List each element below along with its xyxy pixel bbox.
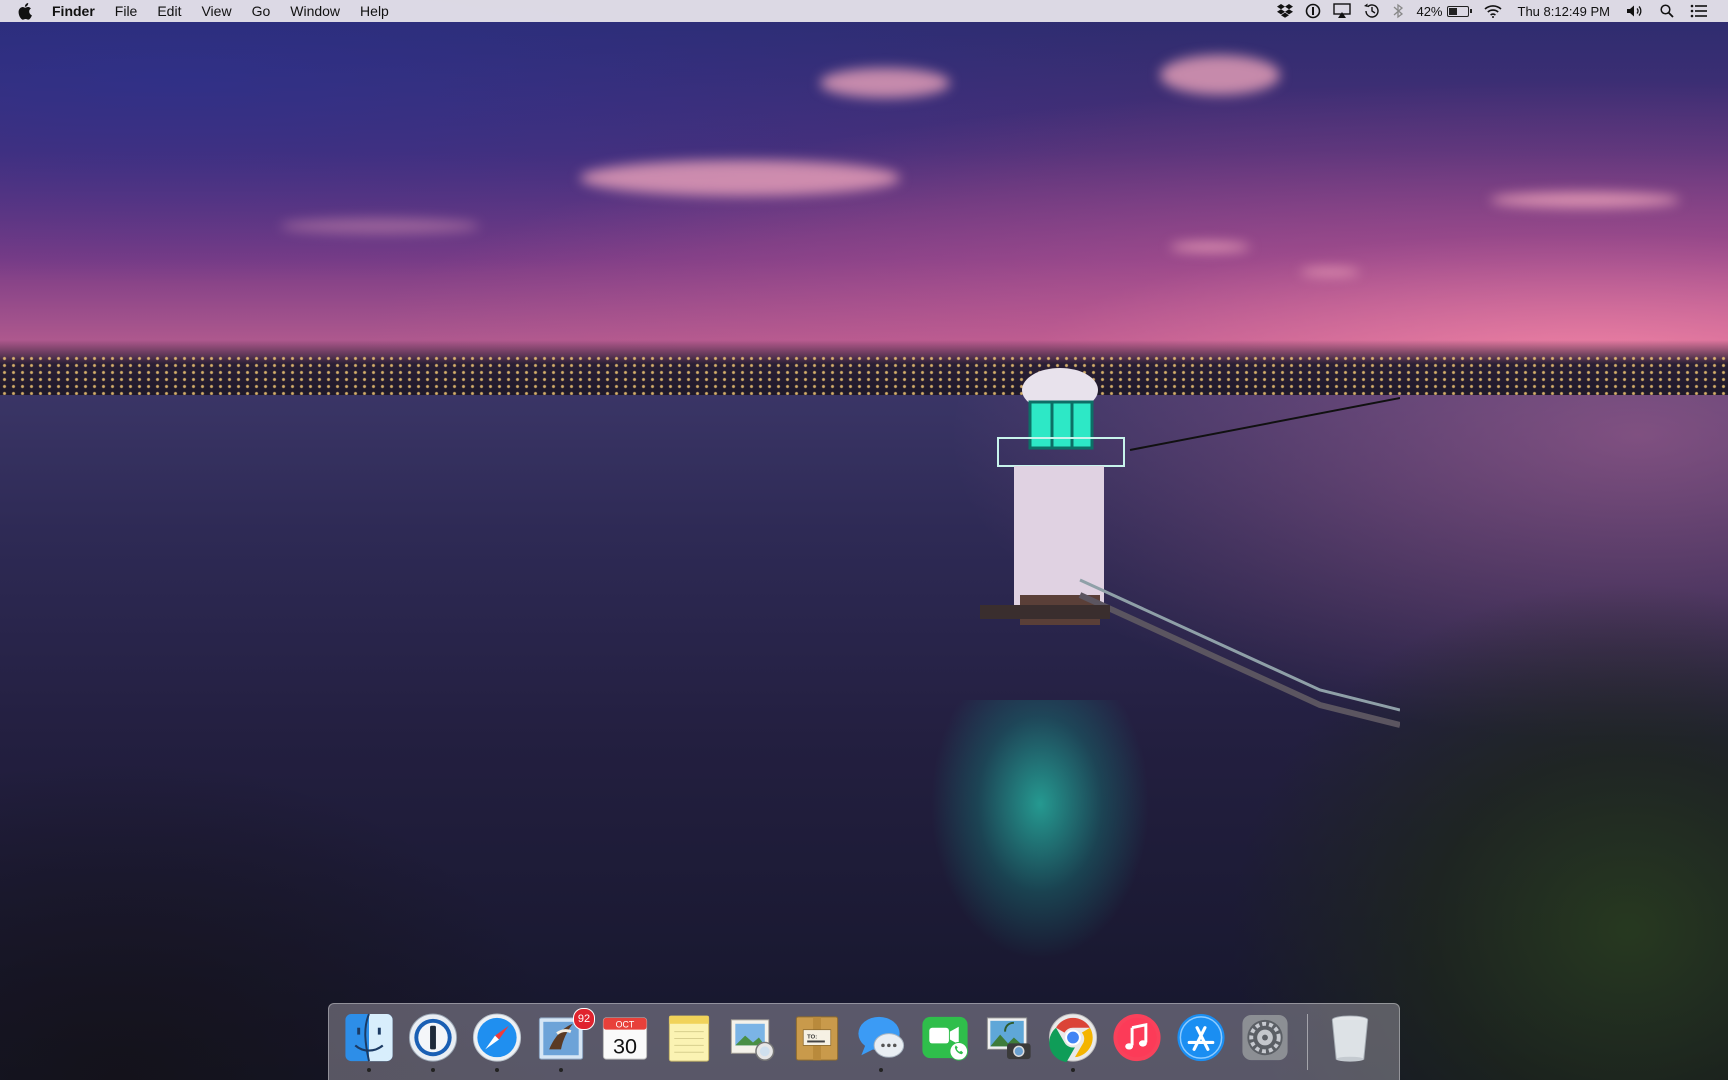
running-indicator bbox=[559, 1068, 563, 1072]
dock-item-system-preferences[interactable] bbox=[1237, 1012, 1293, 1072]
dock-item-finder[interactable] bbox=[341, 1012, 397, 1072]
dock-item-itunes[interactable] bbox=[1109, 1012, 1165, 1072]
running-indicator bbox=[495, 1068, 499, 1072]
volume-icon[interactable] bbox=[1620, 0, 1650, 22]
package-label: TO: bbox=[807, 1035, 817, 1041]
time-machine-icon[interactable] bbox=[1357, 0, 1386, 22]
dock-item-mail[interactable]: 92 bbox=[533, 1008, 595, 1072]
calendar-icon: OCT 30 bbox=[602, 1017, 648, 1060]
bluetooth-icon[interactable] bbox=[1386, 0, 1410, 22]
menu-file[interactable]: File bbox=[105, 0, 148, 22]
wifi-icon[interactable] bbox=[1478, 0, 1508, 22]
finder-icon bbox=[345, 1013, 393, 1062]
1password-icon bbox=[408, 1013, 458, 1062]
lighthouse-graphic bbox=[980, 368, 1400, 728]
notes-icon bbox=[668, 1015, 710, 1062]
preview-icon bbox=[730, 1019, 775, 1061]
dock-item-messages[interactable] bbox=[853, 1012, 909, 1072]
notification-center-icon[interactable] bbox=[1684, 0, 1714, 22]
dock-item-1password[interactable] bbox=[405, 1012, 461, 1072]
package-icon: TO: bbox=[795, 1016, 839, 1061]
running-indicator bbox=[879, 1068, 883, 1072]
dock: 92 OCT 30 TO: bbox=[328, 1003, 1400, 1080]
running-indicator bbox=[1071, 1068, 1075, 1072]
menu-app-name[interactable]: Finder bbox=[42, 0, 105, 22]
menu-window[interactable]: Window bbox=[280, 0, 350, 22]
dock-item-notes[interactable] bbox=[661, 1012, 717, 1072]
dock-item-safari[interactable] bbox=[469, 1012, 525, 1072]
running-indicator bbox=[367, 1068, 371, 1072]
dock-item-preview[interactable] bbox=[725, 1012, 781, 1072]
menu-edit[interactable]: Edit bbox=[147, 0, 191, 22]
desktop[interactable]: Finder File Edit View Go Window Help 42%… bbox=[0, 0, 1728, 1080]
calendar-day: 30 bbox=[613, 1033, 637, 1058]
menu-go[interactable]: Go bbox=[242, 0, 281, 22]
dock-item-trash[interactable] bbox=[1322, 1012, 1378, 1072]
facetime-icon bbox=[922, 1016, 969, 1061]
chrome-icon bbox=[1048, 1013, 1098, 1063]
unread-badge: 92 bbox=[573, 1008, 595, 1030]
battery-gauge bbox=[1446, 5, 1469, 17]
battery-percent: 42% bbox=[1416, 3, 1443, 19]
menu-help[interactable]: Help bbox=[350, 0, 399, 22]
calendar-month: OCT bbox=[616, 1020, 635, 1030]
itunes-icon bbox=[1113, 1013, 1161, 1062]
safari-icon bbox=[472, 1013, 522, 1062]
1password-mini-icon[interactable] bbox=[1299, 0, 1327, 22]
clock[interactable]: Thu 8:12:49 PM bbox=[1508, 0, 1621, 22]
running-indicator bbox=[431, 1068, 435, 1072]
trash-icon bbox=[1331, 1015, 1369, 1062]
dock-separator bbox=[1307, 1014, 1308, 1070]
menu-bar: Finder File Edit View Go Window Help 42%… bbox=[0, 0, 1728, 22]
dock-item-deliveries[interactable]: TO: bbox=[789, 1012, 845, 1072]
airplay-icon[interactable] bbox=[1327, 0, 1357, 22]
apple-menu-icon[interactable] bbox=[18, 2, 34, 20]
dock-item-app-store[interactable] bbox=[1173, 1012, 1229, 1072]
messages-icon bbox=[858, 1016, 905, 1058]
spotlight-icon[interactable] bbox=[1650, 0, 1684, 22]
app-store-icon bbox=[1177, 1013, 1225, 1062]
dock-item-chrome[interactable] bbox=[1045, 1012, 1101, 1072]
dock-item-calendar[interactable]: OCT 30 bbox=[597, 1012, 653, 1072]
system-preferences-icon bbox=[1242, 1014, 1288, 1061]
battery-icon[interactable]: 42% bbox=[1410, 0, 1477, 22]
dock-item-facetime[interactable] bbox=[917, 1012, 973, 1072]
menu-view[interactable]: View bbox=[191, 0, 241, 22]
image-capture-icon bbox=[986, 1017, 1031, 1060]
dock-item-image-capture[interactable] bbox=[981, 1012, 1037, 1072]
dropbox-icon[interactable] bbox=[1271, 0, 1299, 22]
